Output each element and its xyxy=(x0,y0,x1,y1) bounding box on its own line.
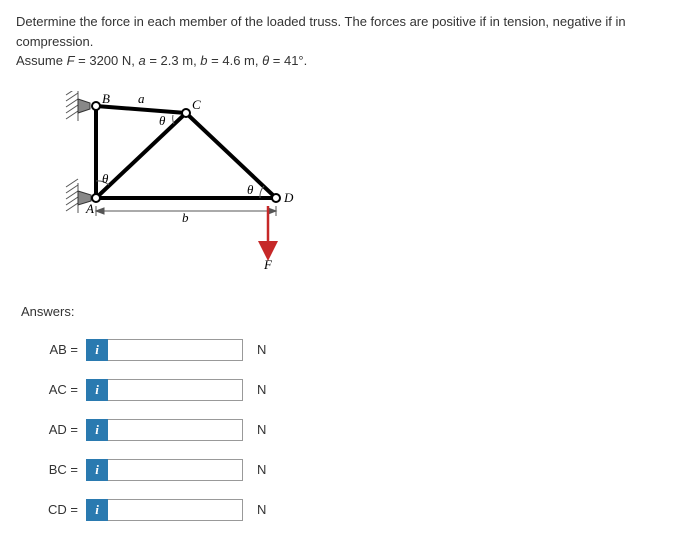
info-icon[interactable]: i xyxy=(86,419,108,441)
answer-input-AC[interactable] xyxy=(108,379,243,401)
unit-label: N xyxy=(257,462,266,477)
label-C: C xyxy=(192,97,201,112)
unit-label: N xyxy=(257,422,266,437)
answer-label-AD: AD = xyxy=(36,422,78,437)
label-a: a xyxy=(138,91,145,106)
answer-label-BC: BC = xyxy=(36,462,78,477)
answer-input-AD[interactable] xyxy=(108,419,243,441)
unit-label: N xyxy=(257,382,266,397)
answer-row-CD: CD = i N xyxy=(36,499,679,521)
answer-label-AB: AB = xyxy=(36,342,78,357)
info-icon[interactable]: i xyxy=(86,379,108,401)
label-b: b xyxy=(182,210,189,225)
label-theta-C: θ xyxy=(159,113,166,128)
label-theta-D: θ xyxy=(247,182,254,197)
label-theta-A: θ xyxy=(102,171,109,186)
problem-line-2: Assume F = 3200 N, a = 2.3 m, b = 4.6 m,… xyxy=(16,51,679,71)
label-B: B xyxy=(102,91,110,106)
info-icon[interactable]: i xyxy=(86,459,108,481)
answer-input-CD[interactable] xyxy=(108,499,243,521)
unit-label: N xyxy=(257,502,266,517)
problem-statement: Determine the force in each member of th… xyxy=(16,12,679,71)
answer-label-CD: CD = xyxy=(36,502,78,517)
label-A: A xyxy=(85,201,94,216)
answer-row-AD: AD = i N xyxy=(36,419,679,441)
info-icon[interactable]: i xyxy=(86,499,108,521)
answer-label-AC: AC = xyxy=(36,382,78,397)
unit-label: N xyxy=(257,342,266,357)
answer-input-AB[interactable] xyxy=(108,339,243,361)
info-icon[interactable]: i xyxy=(86,339,108,361)
answer-input-BC[interactable] xyxy=(108,459,243,481)
answer-row-AB: AB = i N xyxy=(36,339,679,361)
label-F: F xyxy=(263,257,273,272)
answer-row-AC: AC = i N xyxy=(36,379,679,401)
answers-header: Answers: xyxy=(21,304,679,319)
answer-row-BC: BC = i N xyxy=(36,459,679,481)
label-D: D xyxy=(283,190,294,205)
problem-line-1: Determine the force in each member of th… xyxy=(16,12,679,51)
truss-diagram: B C A D F a b θ θ θ xyxy=(46,91,679,284)
